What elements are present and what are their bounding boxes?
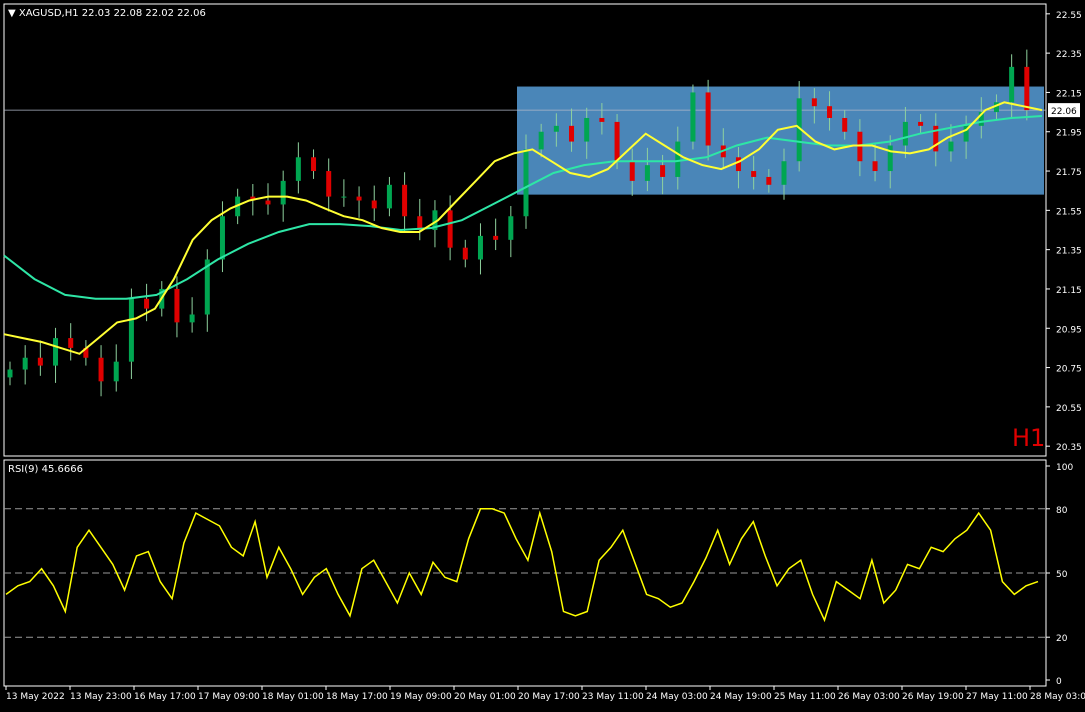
x-tick-label: 23 May 11:00 <box>582 692 644 702</box>
y-tick-label: 21.75 <box>1056 168 1082 178</box>
y-tick-label: 22.55 <box>1056 11 1082 21</box>
rsi-tick-label: 20 <box>1056 634 1068 644</box>
candle-body <box>599 117 605 122</box>
candle-body <box>356 196 362 201</box>
rsi-tick-label: 80 <box>1056 506 1068 516</box>
candle-body <box>22 357 28 370</box>
candle-body <box>219 216 225 260</box>
candle-body <box>68 338 74 348</box>
candle-body <box>37 357 43 366</box>
candle-body <box>902 121 908 146</box>
rsi-tick-label: 100 <box>1056 463 1073 473</box>
candle-body <box>447 210 453 248</box>
candle-body <box>462 247 468 260</box>
rsi-line <box>5 508 1039 623</box>
symbol-info: ▼ XAGUSD,H1 22.03 22.08 22.02 22.06 <box>8 8 206 19</box>
candle-body <box>174 288 180 323</box>
y-tick-label: 20.55 <box>1056 404 1082 414</box>
x-tick-label: 28 May 03:00 <box>1030 692 1085 702</box>
x-tick-label: 27 May 11:00 <box>966 692 1028 702</box>
candle-body <box>766 176 772 185</box>
x-tick-label: 24 May 19:00 <box>710 692 772 702</box>
x-tick-label: 20 May 17:00 <box>518 692 580 702</box>
candle-body <box>751 171 757 177</box>
rsi-tick-label: 50 <box>1056 570 1068 580</box>
x-tick-label: 26 May 19:00 <box>902 692 964 702</box>
y-tick-label: 20.95 <box>1056 325 1082 335</box>
candle-body <box>948 141 954 152</box>
candle-body <box>144 298 150 309</box>
candle-body <box>735 157 741 172</box>
candle-body <box>569 125 575 142</box>
candle-body <box>113 361 119 382</box>
candle-body <box>690 92 696 142</box>
rsi-tick-label: 0 <box>1056 677 1062 687</box>
y-tick-label: 21.55 <box>1056 207 1082 217</box>
candle-body <box>402 184 408 217</box>
y-tick-label: 21.35 <box>1056 247 1082 257</box>
x-tick-label: 13 May 23:00 <box>70 692 132 702</box>
y-tick-label: 22.15 <box>1056 89 1082 99</box>
candle-body <box>523 149 529 217</box>
candle-body <box>265 200 271 205</box>
candle-body <box>842 117 848 132</box>
candle-body <box>386 184 392 209</box>
candle-body <box>675 141 681 177</box>
x-tick-label: 18 May 17:00 <box>326 692 388 702</box>
y-tick-label: 21.15 <box>1056 286 1082 296</box>
rsi-header: RSI(9) 45.6666 <box>8 464 83 475</box>
candle-body <box>872 161 878 172</box>
x-tick-label: 26 May 03:00 <box>838 692 900 702</box>
candle-body <box>629 161 635 181</box>
candle-body <box>295 157 301 181</box>
candle-body <box>660 165 666 177</box>
x-tick-label: 25 May 11:00 <box>774 692 836 702</box>
current-price-label: 22.06 <box>1051 107 1077 117</box>
x-tick-label: 24 May 03:00 <box>646 692 708 702</box>
candle-body <box>128 298 134 362</box>
candle-body <box>553 125 559 132</box>
candle-body <box>7 369 13 378</box>
dropdown-triangle-icon[interactable]: ▼ <box>8 8 16 19</box>
x-tick-label: 17 May 09:00 <box>198 692 260 702</box>
candle-body <box>1024 66 1030 111</box>
x-tick-label: 13 May 2022 <box>6 692 65 702</box>
candle-body <box>644 165 650 181</box>
candle-body <box>781 161 787 185</box>
candle-body <box>705 92 711 146</box>
candle-body <box>280 180 286 205</box>
symbol-ohlc-text: XAGUSD,H1 22.03 22.08 22.02 22.06 <box>18 8 206 19</box>
x-tick-label: 20 May 01:00 <box>454 692 516 702</box>
y-tick-label: 20.75 <box>1056 365 1082 375</box>
candle-body <box>918 121 924 126</box>
candle-body <box>371 200 377 209</box>
candle-body <box>98 357 104 382</box>
candle-body <box>614 121 620 162</box>
x-tick-label: 16 May 17:00 <box>134 692 196 702</box>
candle-body <box>538 131 544 150</box>
candle-body <box>53 338 59 366</box>
main-pane-border <box>3 3 1047 457</box>
candle-body <box>493 235 499 240</box>
y-tick-label: 22.35 <box>1056 50 1082 60</box>
chart-window: 22.55 22.35 22.15 21.95 21.75 21.55 21.35 21.15… <box>0 0 1085 708</box>
chart-canvas[interactable]: 22.55 22.35 22.15 21.95 21.75 21.55 21.35 21.15… <box>0 0 1085 708</box>
x-tick-label: 19 May 09:00 <box>390 692 452 702</box>
candle-body <box>887 145 893 172</box>
candle-body <box>341 196 347 198</box>
candle-body <box>477 235 483 260</box>
x-tick-label: 18 May 01:00 <box>262 692 324 702</box>
candle-body <box>811 98 817 107</box>
candle-body <box>1009 66 1015 103</box>
timeframe-label: H1 <box>1012 424 1046 452</box>
y-tick-label: 21.95 <box>1056 129 1082 139</box>
candle-body <box>508 216 514 240</box>
candle-body <box>311 157 317 172</box>
candle-body <box>189 314 195 323</box>
candle-body <box>326 171 332 197</box>
candle-body <box>827 106 833 118</box>
candle-body <box>584 117 590 142</box>
y-tick-label: 20.35 <box>1056 443 1082 453</box>
